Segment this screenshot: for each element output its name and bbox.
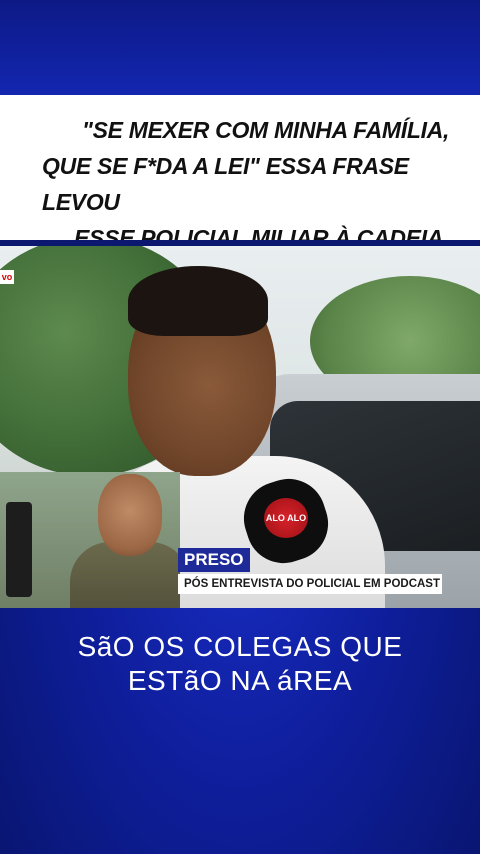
caption-line-2: ESTãO NA áREA (127, 665, 353, 696)
lower-third-tag: PRESO (178, 548, 250, 572)
headline-line-1: "SE MEXER COM MINHA FAMÍLIA, (82, 117, 450, 143)
live-tag: vo (0, 270, 14, 284)
headline-line-2: QUE SE F*DA A LEI" ESSA FRASE LEVOU (42, 153, 409, 215)
subtitle-caption: SãO OS COLEGAS QUE ESTãO NA áREA (0, 630, 480, 698)
headline: "SE MEXER COM MINHA FAMÍLIA, QUE SE F*DA… (0, 112, 480, 256)
lower-third-text: PÓS ENTREVISTA DO POLICIAL EM PODCAST (178, 574, 442, 594)
top-band (0, 0, 480, 95)
video-frame[interactable]: ALO ALO vo PRESO PÓS ENTREVISTA DO POLIC… (0, 246, 480, 608)
interviewee-hair (128, 266, 268, 336)
microphone-logo: ALO ALO (264, 498, 308, 538)
caption-line-1: SãO OS COLEGAS QUE (77, 631, 403, 662)
lower-third: PRESO PÓS ENTREVISTA DO POLICIAL EM PODC… (0, 544, 480, 602)
